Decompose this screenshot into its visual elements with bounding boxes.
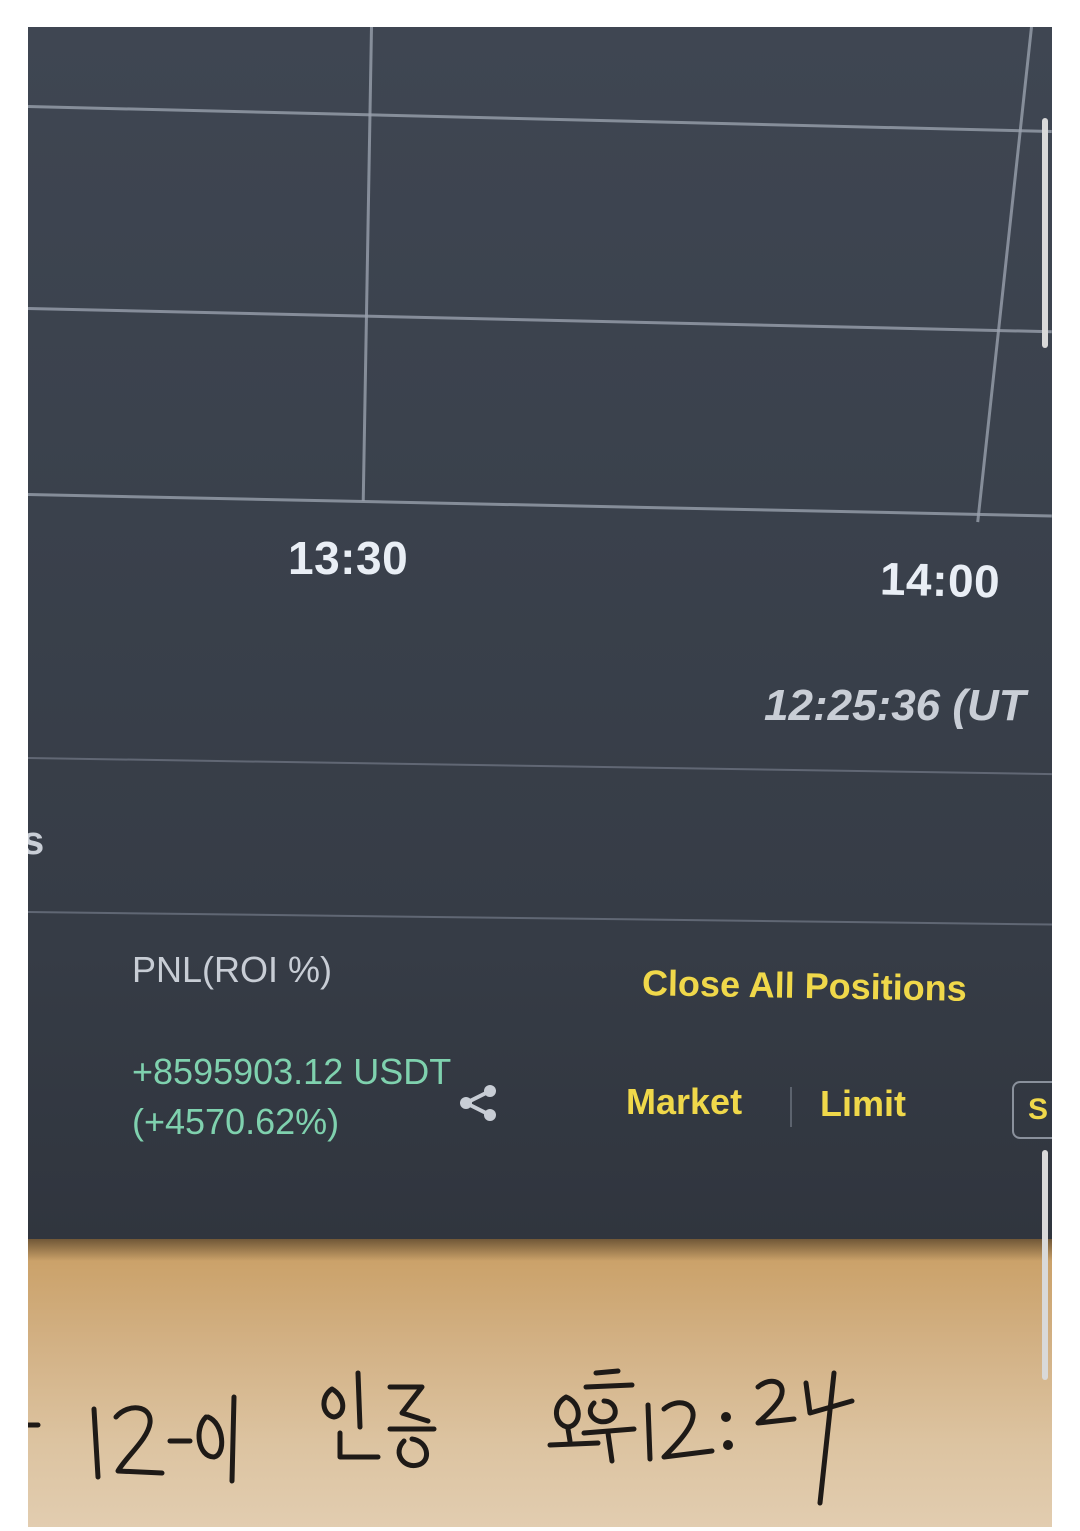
photo-frame: 13:30 14:00 12:25:36 (UT s PNL(ROI %) +8…: [28, 27, 1052, 1527]
monitor-shadow: [28, 1239, 1052, 1261]
action-divider: [790, 1087, 792, 1127]
pnl-column-header: PNL(ROI %): [132, 949, 333, 990]
limit-close-button[interactable]: Limit: [820, 1083, 906, 1125]
market-close-button[interactable]: Market: [626, 1081, 742, 1123]
pnl-value: +8595903.12 USDT: [132, 1051, 452, 1092]
scrollbar-top[interactable]: [1042, 118, 1048, 348]
time-axis-label: 13:30: [288, 532, 409, 584]
current-time: 12:25:36 (UT: [764, 681, 1026, 730]
time-axis-label: 14:00: [879, 552, 1001, 608]
chart-gridline: [28, 105, 1052, 134]
close-all-positions-button[interactable]: Close All Positions: [642, 962, 967, 1010]
cut-off-tab-label: s: [28, 819, 45, 863]
scrollbar-bottom[interactable]: [1042, 1150, 1048, 1380]
chart-gridline: [976, 27, 1033, 523]
chart-gridline: [28, 493, 1052, 518]
monitor-screen: 13:30 14:00 12:25:36 (UT s PNL(ROI %) +8…: [28, 27, 1052, 1245]
cut-off-button-label: S: [1028, 1093, 1049, 1126]
handwritten-note: [28, 1368, 855, 1506]
divider-line: [28, 757, 1052, 776]
chart-gridline: [28, 307, 1052, 334]
cut-off-button[interactable]: S: [1012, 1081, 1052, 1139]
chart-gridline: [361, 27, 373, 501]
roi-value: (+4570.62%): [132, 1101, 340, 1142]
divider-line: [28, 911, 1052, 926]
share-icon[interactable]: [456, 1083, 500, 1123]
